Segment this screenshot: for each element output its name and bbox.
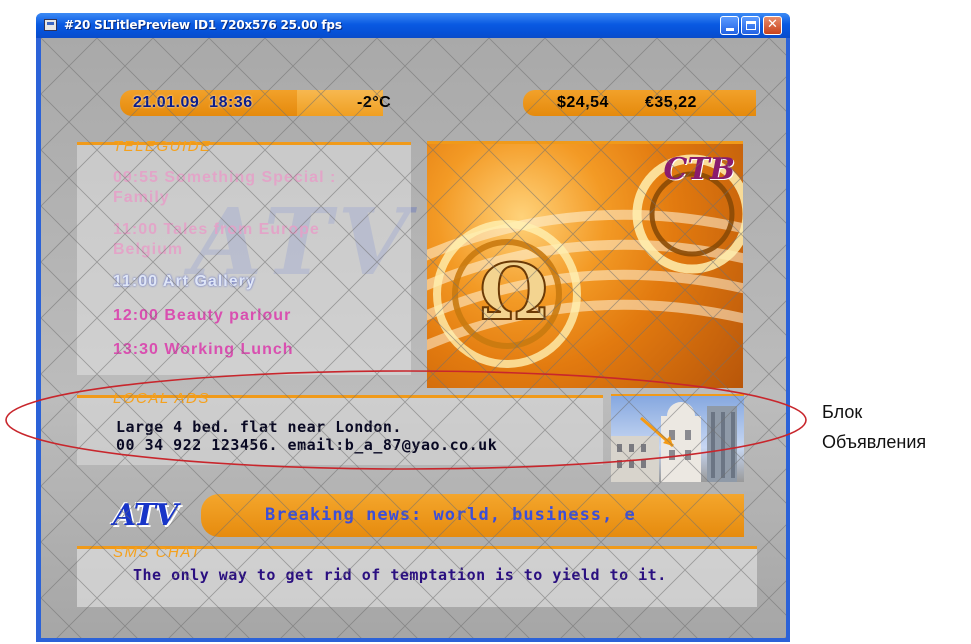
ad-photo-building [611, 396, 744, 482]
building-graphic [611, 402, 737, 482]
ad-line-1: Large 4 bed. flat near London. [116, 418, 402, 436]
time-value: 18:36 [209, 94, 253, 111]
annotation-label-line2: Объявления [822, 432, 927, 452]
news-ticker-text: Breaking news: world, business, e [265, 505, 636, 525]
temperature-value: -2°C [357, 94, 392, 111]
maximize-button[interactable] [741, 16, 760, 35]
local-ads-heading: LOCAL ADS [113, 390, 210, 407]
atv-logo: ATV [113, 498, 178, 533]
date-time-text: 21.01.09 18:36 [133, 94, 253, 112]
teleguide-item: 09:55 Something Special : Family [113, 169, 337, 206]
teleguide-item: 11:00 Art Gallery [113, 273, 256, 290]
program-video-image: Ω CTB [427, 144, 743, 388]
teleguide-item: 12:00 Beauty parlour [113, 307, 292, 324]
date-value: 21.01.09 [133, 94, 200, 111]
minimize-icon [725, 28, 734, 31]
teleguide-item: 11:00 Tales from Europe Belgium [113, 221, 320, 258]
teleguide-heading: TELEGUIDE [113, 138, 212, 155]
svg-text:Ω: Ω [479, 247, 548, 338]
eur-rate: €35,22 [645, 94, 697, 111]
minimize-button[interactable] [720, 16, 739, 35]
video-preview-area: 21.01.09 18:36 -2°C $24,54 €35,22 ATV TE… [41, 38, 786, 638]
usd-rate: $24,54 [557, 94, 609, 111]
preview-window: #20 SLTitlePreview ID1 720x576 25.00 fps… [36, 13, 790, 642]
screenshot-stage: #20 SLTitlePreview ID1 720x576 25.00 fps… [0, 0, 971, 644]
sms-chat-heading: SMS CHAT [113, 544, 202, 561]
annotation-label-line1: Блок [822, 402, 863, 422]
maximize-icon [745, 21, 756, 30]
channel-logo: CTB [663, 152, 735, 187]
app-icon[interactable] [44, 19, 57, 31]
title-bar[interactable]: #20 SLTitlePreview ID1 720x576 25.00 fps… [36, 13, 790, 38]
close-button[interactable]: ✕ [763, 16, 782, 35]
sms-message: The only way to get rid of temptation is… [133, 566, 667, 584]
teleguide-item: 13:30 Working Lunch [113, 341, 294, 358]
window-title: #20 SLTitlePreview ID1 720x576 25.00 fps [64, 18, 342, 32]
ad-line-2: 00 34 922 123456. email:b_a_87@yao.co.uk [116, 436, 498, 454]
